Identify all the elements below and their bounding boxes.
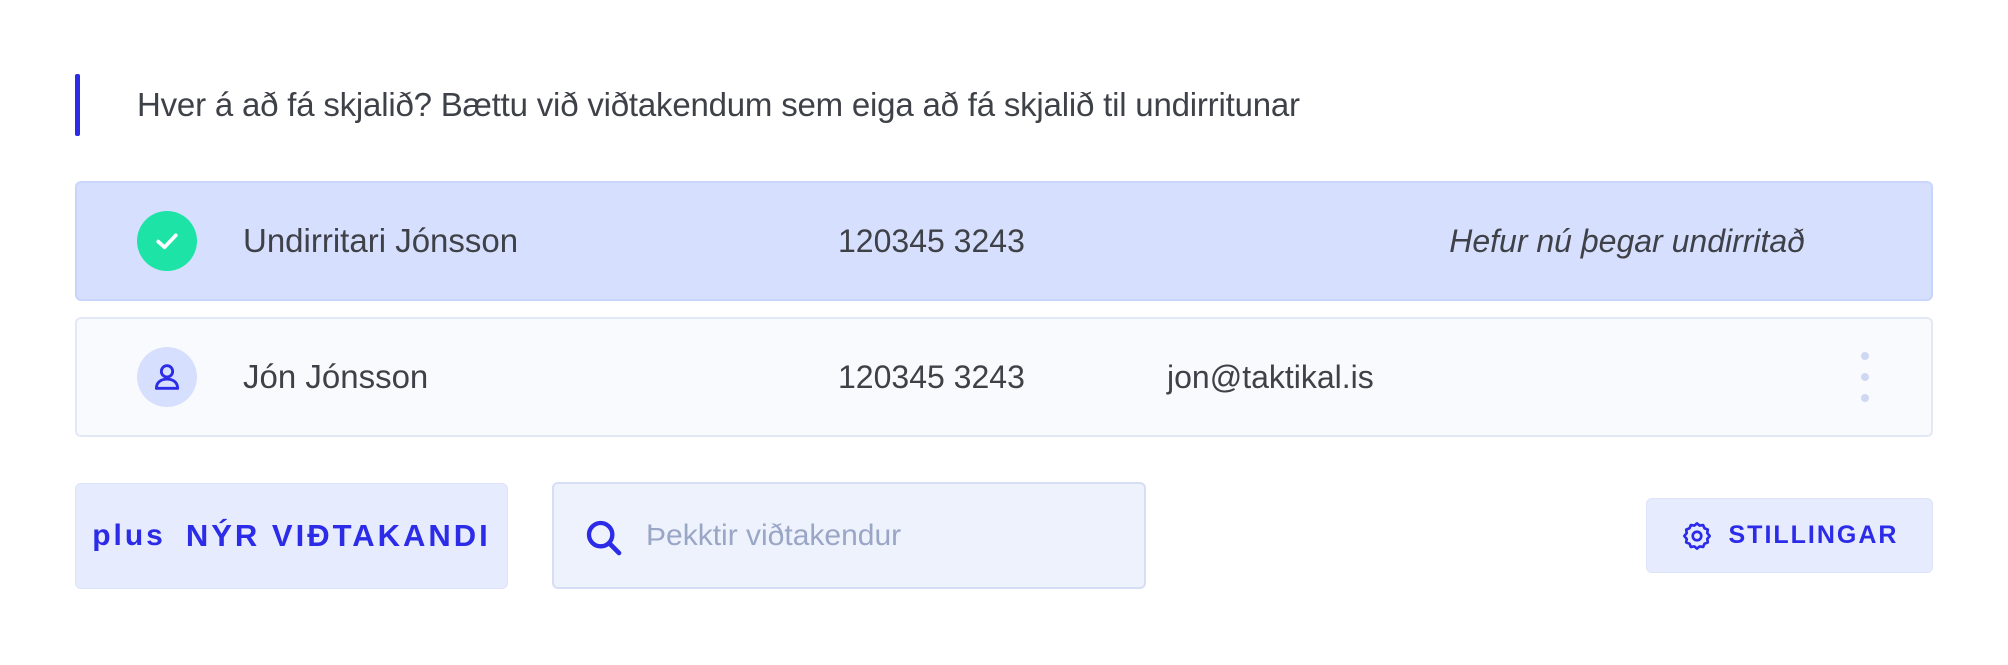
recipient-name: Jón Jónsson [243, 358, 429, 395]
recipient-row: Jón Jónsson 120345 3243 jon@taktikal.is [75, 317, 1933, 437]
settings-label: STILLINGAR [1728, 521, 1899, 549]
recipient-email: jon@taktikal.is [1167, 358, 1374, 395]
recipient-status: Hefur nú þegar undirritað [1449, 222, 1805, 259]
more-options-icon[interactable] [1857, 352, 1873, 402]
search-field [552, 482, 1146, 589]
intro-accent-bar [75, 74, 80, 136]
gear-icon [1682, 521, 1711, 550]
signed-avatar [137, 211, 197, 271]
search-input[interactable] [646, 504, 1116, 568]
add-recipient-button[interactable]: plus NÝR VIÐTAKANDI [75, 483, 508, 589]
intro-callout: Hver á að fá skjalið? Bættu við viðtaken… [75, 74, 1300, 136]
user-avatar [137, 347, 197, 407]
check-icon [156, 233, 178, 250]
settings-button[interactable]: STILLINGAR [1646, 498, 1933, 573]
add-recipient-label: NÝR VIÐTAKANDI [185, 518, 491, 553]
user-icon [154, 364, 180, 390]
plus-icon: plus [92, 519, 166, 552]
recipient-name: Undirritari Jónsson [243, 222, 519, 259]
recipient-ssn: 120345 3243 [838, 358, 1025, 395]
recipients-panel: Hver á að fá skjalið? Bættu við viðtaken… [0, 0, 2008, 665]
recipient-ssn: 120345 3243 [838, 222, 1025, 259]
recipient-row-signed: Undirritari Jónsson 120345 3243 Hefur nú… [75, 181, 1933, 301]
intro-text: Hver á að fá skjalið? Bættu við viðtaken… [137, 86, 1300, 123]
search-icon [586, 520, 622, 556]
